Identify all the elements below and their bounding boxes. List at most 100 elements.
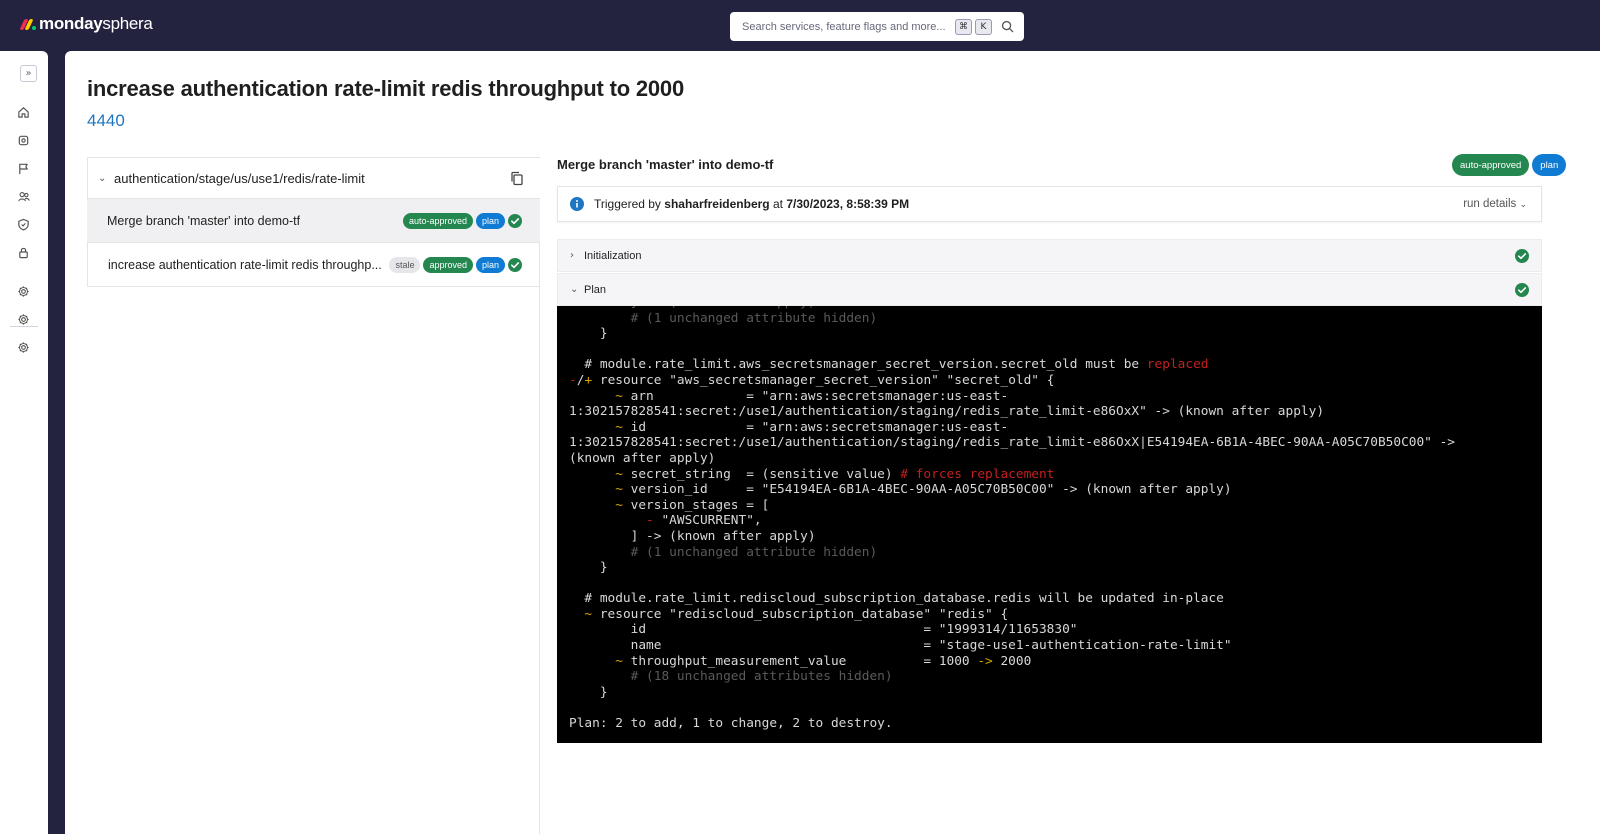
expand-sidebar-button[interactable]: » <box>20 65 37 82</box>
step-initialization[interactable]: › Initialization <box>557 239 1542 272</box>
terminal-segment: name = "stage-use1-authentication-rate-l… <box>569 638 1232 654</box>
run-list-item[interactable]: increase authentication rate-limit redis… <box>87 243 540 287</box>
terminal-line: # module.rate_limit.aws_secretsmanager_s… <box>569 357 1455 373</box>
gear-icon[interactable] <box>16 340 31 355</box>
terminal-segment: Plan: 2 to add, 1 to change, 2 to destro… <box>569 716 893 732</box>
left-nav-rail: » <box>0 51 48 834</box>
check-circle-icon <box>508 214 522 228</box>
terminal-line: ~ version_stages = [ <box>569 498 1455 514</box>
plan-output-terminal[interactable]: } -> (known after apply) # (1 unchanged … <box>557 306 1542 743</box>
main-panel: increase authentication rate-limit redis… <box>65 51 1600 834</box>
terminal-segment: } -> (known after apply) <box>569 306 816 310</box>
terminal-segment: secret_string = (sensitive value) <box>622 466 901 482</box>
terminal-segment: ~ <box>569 419 623 435</box>
plan-badge: plan <box>1532 154 1567 176</box>
terminal-line: ~ arn = "arn:aws:secretsmanager:us-east- <box>569 389 1455 405</box>
chevron-down-icon[interactable]: ⌄ <box>98 173 114 184</box>
terminal-line: } <box>569 685 1455 701</box>
step-plan[interactable]: ⌄ Plan <box>557 273 1542 306</box>
chevron-right-icon: › <box>570 250 574 261</box>
terminal-segment: # (1 unchanged attribute hidden) <box>569 544 878 560</box>
terminal-segment: # forces replacement <box>900 466 1055 482</box>
terminal-segment: ~ <box>569 653 623 669</box>
terminal-line: ~ secret_string = (sensitive value) # fo… <box>569 467 1455 483</box>
terminal-segment: # (1 unchanged attribute hidden) <box>569 310 878 326</box>
flag-icon[interactable] <box>16 161 31 176</box>
plan-badge: plan <box>475 213 505 229</box>
trigger-text: Triggered by shaharfreidenberg at 7/30/2… <box>594 197 910 211</box>
terminal-segment: ~ <box>569 466 623 482</box>
lock-icon[interactable] <box>16 245 31 260</box>
commit-title: Merge branch 'master' into demo-tf <box>557 157 774 172</box>
step-label: Plan <box>584 283 607 296</box>
stale-badge: stale <box>389 257 421 273</box>
terminal-segment: (known after apply) <box>569 450 716 466</box>
terminal-line: Plan: 2 to add, 1 to change, 2 to destro… <box>569 716 1455 732</box>
terminal-segment: # module.rate_limit.aws_secretsmanager_s… <box>569 357 1147 373</box>
change-id-link[interactable]: 4440 <box>87 111 125 131</box>
check-circle-icon <box>1515 283 1529 297</box>
terminal-segment: 2000 <box>992 653 1032 669</box>
terminal-segment: } <box>569 684 608 700</box>
cmd-key-hint: ⌘ <box>955 18 972 35</box>
run-label: increase authentication rate-limit redis… <box>108 257 382 272</box>
run-details-toggle[interactable]: run details ⌄ <box>1463 198 1527 210</box>
terminal-segment: } <box>569 560 608 576</box>
terminal-line: # (1 unchanged attribute hidden) <box>569 311 1455 327</box>
terminal-segment: } <box>569 326 608 342</box>
terminal-line: id = "1999314/11653830" <box>569 622 1455 638</box>
terminal-segment: ] -> (known after apply) <box>569 528 816 544</box>
terminal-segment: "AWSCURRENT", <box>653 513 762 529</box>
trigger-info-bar: Triggered by shaharfreidenberg at 7/30/2… <box>557 186 1542 222</box>
shield-icon[interactable] <box>16 217 31 232</box>
terminal-segment: ~ <box>569 482 623 498</box>
terminal-segment: version_stages = [ <box>622 497 770 513</box>
run-label: Merge branch 'master' into demo-tf <box>107 213 301 228</box>
services-icon[interactable] <box>16 133 31 148</box>
terminal-line: # (18 unchanged attributes hidden) <box>569 669 1455 685</box>
terminal-line: # module.rate_limit.rediscloud_subscript… <box>569 591 1455 607</box>
home-icon[interactable] <box>16 105 31 120</box>
terminal-segment: id = "1999314/11653830" <box>569 622 1078 638</box>
terminal-segment: throughput_measurement_value = 1000 <box>622 653 978 669</box>
terminal-line: 1:302157828541:secret:/use1/authenticati… <box>569 435 1455 451</box>
search-icon[interactable] <box>1001 20 1014 33</box>
trigger-user: shaharfreidenberg <box>664 197 770 211</box>
users-icon[interactable] <box>16 189 31 204</box>
gear-icon[interactable] <box>16 312 31 327</box>
info-icon <box>570 197 584 211</box>
terminal-segment: version_id = "E54194EA-6B1A-4BEC-90AA-A0… <box>622 482 1232 498</box>
top-bar: mondaysphera Search services, feature fl… <box>0 0 1600 52</box>
terminal-line: ~ version_id = "E54194EA-6B1A-4BEC-90AA-… <box>569 482 1455 498</box>
search-input[interactable]: Search services, feature flags and more.… <box>730 12 1024 41</box>
logo-mark-icon <box>19 18 36 30</box>
workspace-path: authentication/stage/us/use1/redis/rate-… <box>114 170 365 186</box>
copy-icon[interactable] <box>510 171 524 186</box>
terminal-segment: # module.rate_limit.rediscloud_subscript… <box>569 591 1224 607</box>
run-list-item[interactable]: Merge branch 'master' into demo-tf auto-… <box>87 199 540 243</box>
terminal-segment: -> <box>977 653 993 669</box>
step-label: Initialization <box>584 249 642 262</box>
terminal-segment: ~ <box>569 497 623 513</box>
approved-badge: approved <box>423 257 473 273</box>
terminal-line: ~ resource "rediscloud_subscription_data… <box>569 607 1455 623</box>
terminal-line: } <box>569 560 1455 576</box>
gear-icon[interactable] <box>16 284 31 299</box>
terminal-segment: # (18 unchanged attributes hidden) <box>569 669 893 685</box>
chevron-down-icon: ⌄ <box>1519 200 1527 210</box>
terminal-line: ~ throughput_measurement_value = 1000 ->… <box>569 654 1455 670</box>
terminal-segment: + <box>584 372 593 388</box>
search-placeholder: Search services, feature flags and more.… <box>742 20 946 33</box>
monday-sphera-logo[interactable]: mondaysphera <box>19 14 153 34</box>
runs-panel: ⌄ authentication/stage/us/use1/redis/rat… <box>87 157 540 834</box>
page-title: increase authentication rate-limit redis… <box>87 76 684 101</box>
auto-approved-badge: auto-approved <box>1452 154 1530 176</box>
terminal-line: 1:302157828541:secret:/use1/authenticati… <box>569 404 1455 420</box>
terminal-segment: - <box>569 513 654 529</box>
terminal-line: (known after apply) <box>569 451 1455 467</box>
workspace-path-row[interactable]: ⌄ authentication/stage/us/use1/redis/rat… <box>87 157 540 199</box>
terminal-segment: 1:302157828541:secret:/use1/authenticati… <box>569 435 1456 451</box>
